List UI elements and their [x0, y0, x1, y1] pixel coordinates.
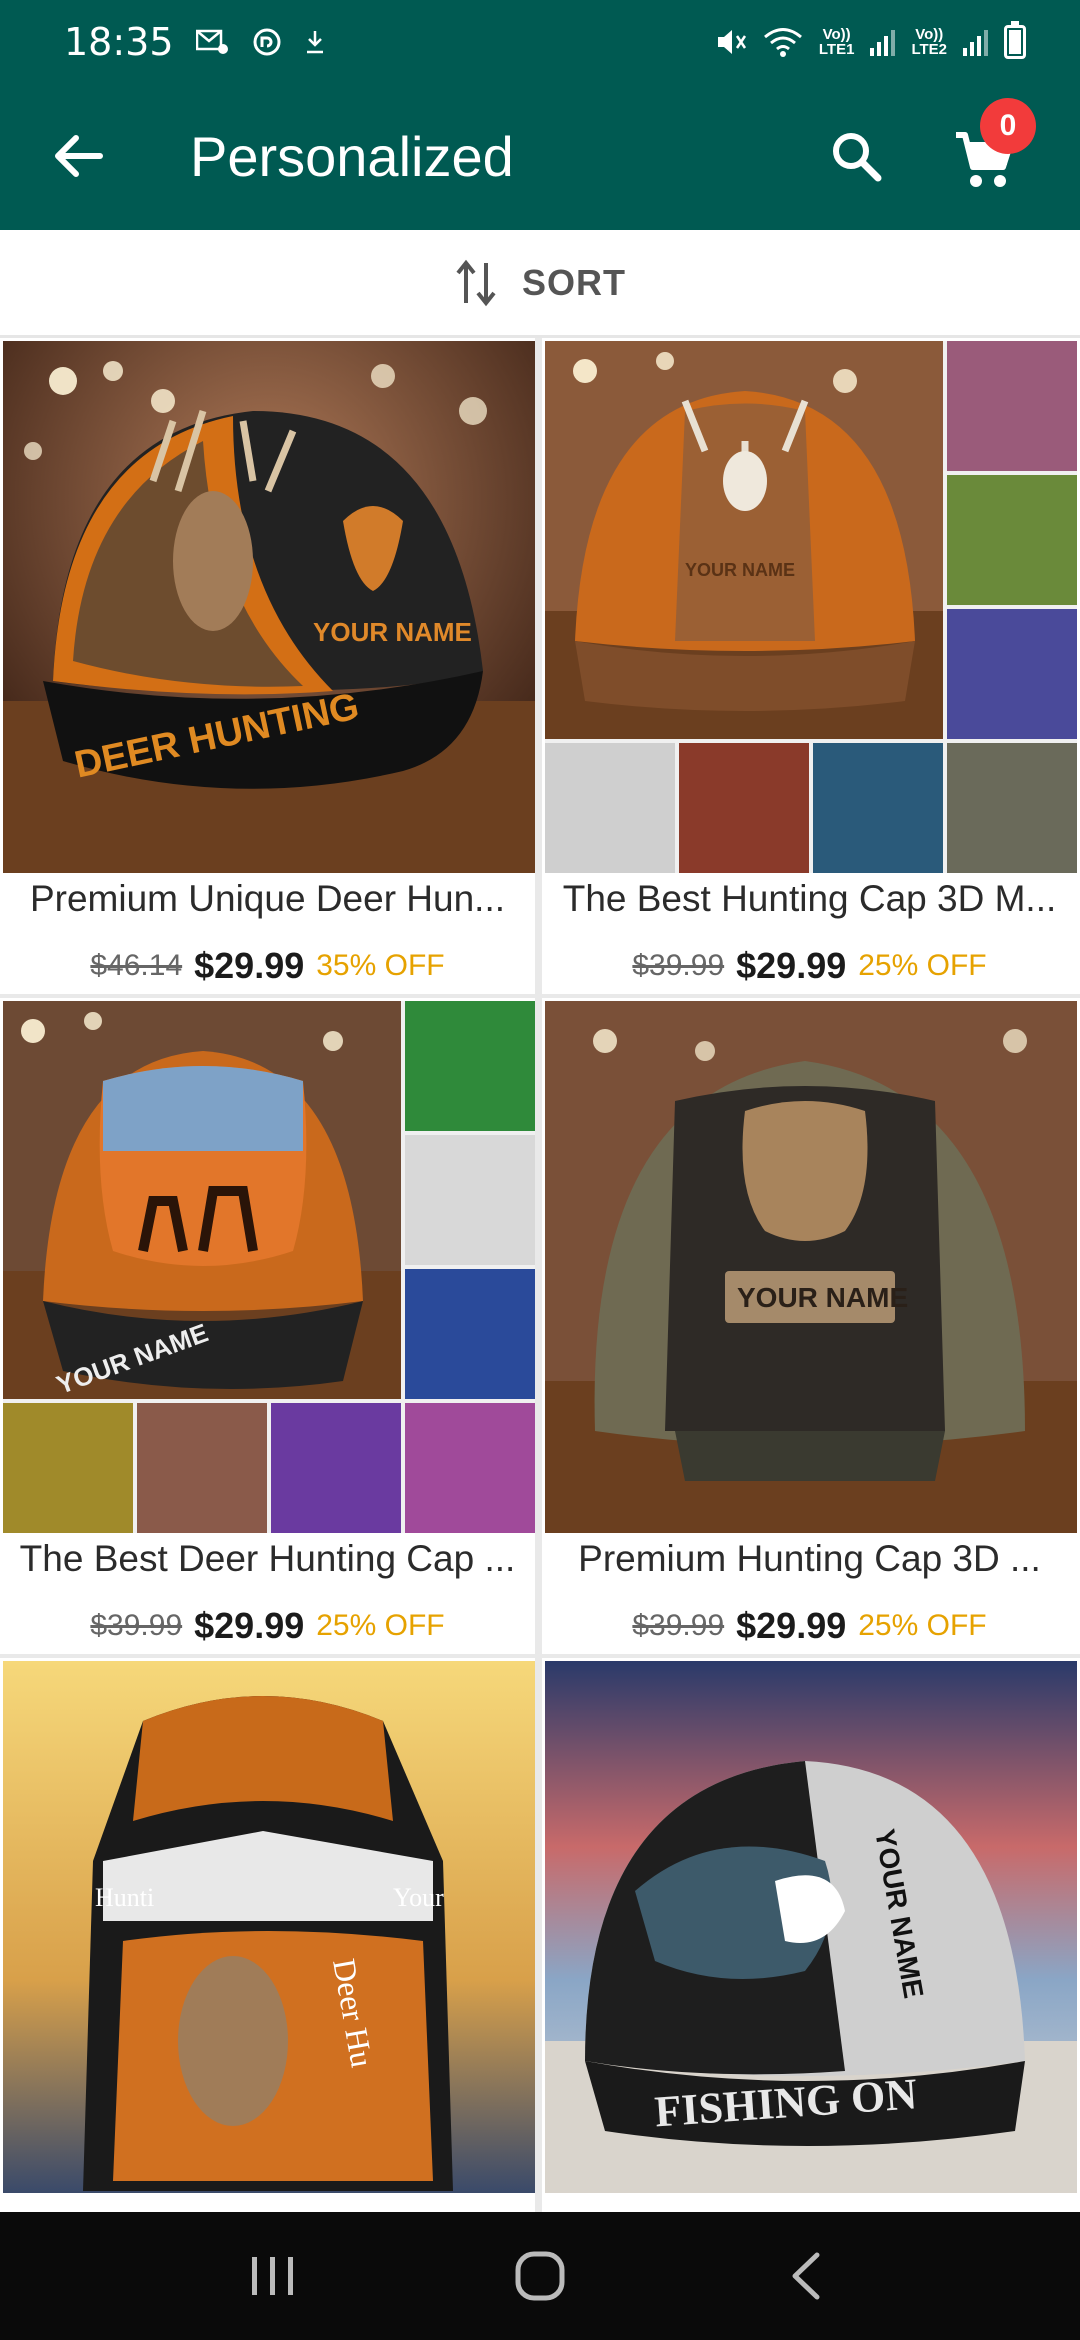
- old-price: $46.14: [90, 949, 183, 982]
- cap-text: YOUR NAME: [685, 560, 795, 580]
- price-row: $46.14 $29.99 35% OFF: [0, 936, 535, 996]
- product-image[interactable]: YOUR NAME: [545, 341, 1077, 873]
- app-bar: Personalized 0: [0, 84, 1080, 230]
- cart-count-badge: 0: [980, 98, 1036, 154]
- recent-apps-icon: [252, 2257, 294, 2295]
- sale-price: $29.99: [736, 1605, 847, 1646]
- product-image[interactable]: Hunti Your Deer Hu: [3, 1661, 535, 2193]
- discount-badge: 25% OFF: [858, 949, 987, 982]
- hoodie-text: Hunti: [95, 1883, 154, 1912]
- product-card[interactable]: YOUR NAME Premium Hunting Cap 3D ... $39…: [542, 998, 1080, 1654]
- network-label-2: Vo)) LTE2: [911, 27, 947, 57]
- nav-back-button[interactable]: [759, 2228, 855, 2324]
- mute-icon: [715, 27, 747, 57]
- sort-button[interactable]: SORT: [0, 230, 1080, 338]
- product-image[interactable]: YOUR NAME FISHING ON: [545, 1661, 1077, 2193]
- mail-settings-icon: [195, 28, 230, 56]
- price-row: $39.99 $29.99 25% OFF: [0, 1596, 535, 1656]
- sort-label: SORT: [521, 261, 626, 303]
- product-card[interactable]: YOUR NAME FISHING ON: [542, 1658, 1080, 2212]
- page-title: Personalized: [190, 125, 514, 188]
- sale-price: $29.99: [736, 945, 847, 986]
- cart-button[interactable]: 0: [944, 98, 1036, 200]
- search-icon: [833, 133, 882, 182]
- net2-bottom: LTE2: [911, 41, 947, 58]
- search-button[interactable]: [820, 120, 892, 192]
- wifi-icon: [763, 26, 803, 58]
- product-image[interactable]: YOUR NAME: [545, 1001, 1077, 1533]
- app-notification-icon: [252, 27, 282, 57]
- product-card[interactable]: YOUR NAME DEER HUNTING Premium Unique De…: [0, 338, 535, 994]
- sale-price: $29.99: [194, 945, 305, 986]
- signal-1-icon: [870, 28, 896, 56]
- old-price: $39.99: [632, 1609, 725, 1642]
- sale-price: $29.99: [194, 1605, 305, 1646]
- product-title[interactable]: [0, 2198, 535, 2212]
- status-bar: 18:35 Vo)) LTE1 Vo)) LTE2: [0, 0, 1080, 84]
- cap-text: YOUR NAME: [737, 1282, 908, 1313]
- network-label-1: Vo)) LTE1: [819, 27, 855, 57]
- status-left: 18:35: [64, 20, 326, 64]
- back-button[interactable]: [42, 120, 114, 192]
- status-time: 18:35: [64, 20, 174, 64]
- product-title[interactable]: Premium Unique Deer Hun...: [0, 878, 535, 938]
- sort-arrows-icon: [456, 259, 496, 306]
- old-price: $39.99: [632, 949, 725, 982]
- back-chevron-icon: [792, 2252, 820, 2300]
- product-title[interactable]: The Best Hunting Cap 3D M...: [542, 878, 1077, 938]
- product-card[interactable]: YOUR NAME The Best Hunting Cap 3D M... $…: [542, 338, 1080, 994]
- product-title[interactable]: [542, 2198, 1077, 2212]
- old-price: $39.99: [90, 1609, 183, 1642]
- product-title[interactable]: The Best Deer Hunting Cap ...: [0, 1538, 535, 1598]
- product-image[interactable]: YOUR NAME: [3, 1001, 535, 1533]
- system-nav-bar: [0, 2212, 1080, 2340]
- battery-icon: [1004, 21, 1026, 59]
- product-card[interactable]: Hunti Your Deer Hu: [0, 1658, 535, 2212]
- discount-badge: 25% OFF: [858, 1609, 987, 1642]
- signal-2-icon: [963, 28, 988, 56]
- discount-badge: 25% OFF: [316, 1609, 445, 1642]
- status-right: Vo)) LTE1 Vo)) LTE2: [715, 21, 1026, 59]
- product-title[interactable]: Premium Hunting Cap 3D ...: [542, 1538, 1077, 1598]
- product-grid: YOUR NAME DEER HUNTING Premium Unique De…: [0, 338, 1080, 2212]
- download-icon: [304, 29, 326, 55]
- home-button[interactable]: [492, 2228, 588, 2324]
- cap-text: YOUR NAME: [313, 617, 472, 647]
- recent-apps-button[interactable]: [225, 2228, 321, 2324]
- net1-bottom: LTE1: [818, 41, 855, 58]
- net2-top: Vo)): [915, 26, 944, 43]
- hoodie-text: Your: [393, 1883, 444, 1912]
- arrow-left-icon: [55, 135, 103, 177]
- net1-top: Vo)): [822, 26, 851, 43]
- discount-badge: 35% OFF: [316, 949, 445, 982]
- product-card[interactable]: YOUR NAME The Best Deer Hunting Cap ... …: [0, 998, 535, 1654]
- price-row: $39.99 $29.99 25% OFF: [542, 1596, 1077, 1656]
- home-icon: [515, 2251, 565, 2301]
- price-row: $39.99 $29.99 25% OFF: [542, 936, 1077, 996]
- product-image[interactable]: YOUR NAME DEER HUNTING: [3, 341, 535, 873]
